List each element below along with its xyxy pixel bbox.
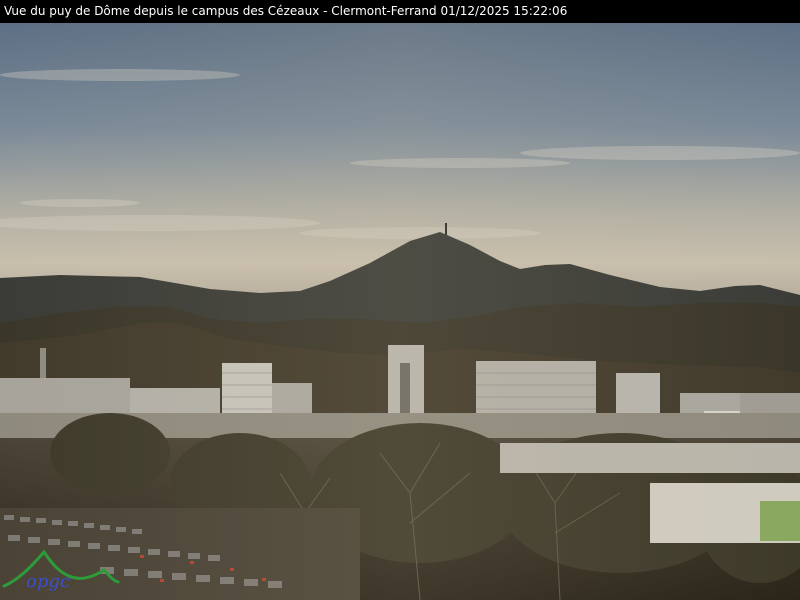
caption-timestamp: 01/12/2025 15:22:06	[440, 4, 568, 18]
sun-haze	[0, 23, 800, 600]
webcam-frame: Vue du puy de Dôme depuis le campus des …	[0, 0, 800, 600]
webcam-scene	[0, 23, 800, 600]
caption-title: Vue du puy de Dôme depuis le campus des …	[4, 4, 437, 18]
opgc-logo: opgc	[2, 549, 120, 592]
logo-text: opgc	[26, 571, 70, 592]
caption-bar: Vue du puy de Dôme depuis le campus des …	[0, 0, 800, 23]
